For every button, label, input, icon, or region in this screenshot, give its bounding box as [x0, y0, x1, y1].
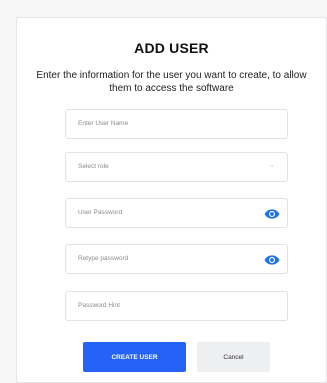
- retype-password-placeholder: Retype password: [78, 255, 129, 262]
- eye-icon[interactable]: [264, 206, 280, 222]
- page-title: ADD USER: [134, 40, 209, 56]
- password-input[interactable]: User Password: [65, 198, 288, 228]
- cancel-button[interactable]: Cancel: [197, 342, 270, 372]
- password-hint-input[interactable]: Password Hint: [65, 291, 288, 321]
- user-name-input[interactable]: Enter User Name: [65, 109, 288, 139]
- password-placeholder: User Password: [78, 209, 123, 216]
- create-user-button[interactable]: CREATE USER: [83, 342, 186, 372]
- user-name-placeholder: Enter User Name: [78, 120, 129, 127]
- chevron-down-icon: ⌄: [269, 162, 275, 169]
- eye-icon[interactable]: [264, 252, 280, 268]
- role-placeholder: Select role: [78, 163, 109, 170]
- retype-password-input[interactable]: Retype password: [65, 244, 288, 274]
- add-user-card: ADD USER Enter the information for the u…: [16, 17, 327, 383]
- role-select[interactable]: Select role ⌄: [65, 152, 288, 182]
- password-hint-placeholder: Password Hint: [78, 302, 120, 309]
- form-description: Enter the information for the user you w…: [36, 70, 307, 94]
